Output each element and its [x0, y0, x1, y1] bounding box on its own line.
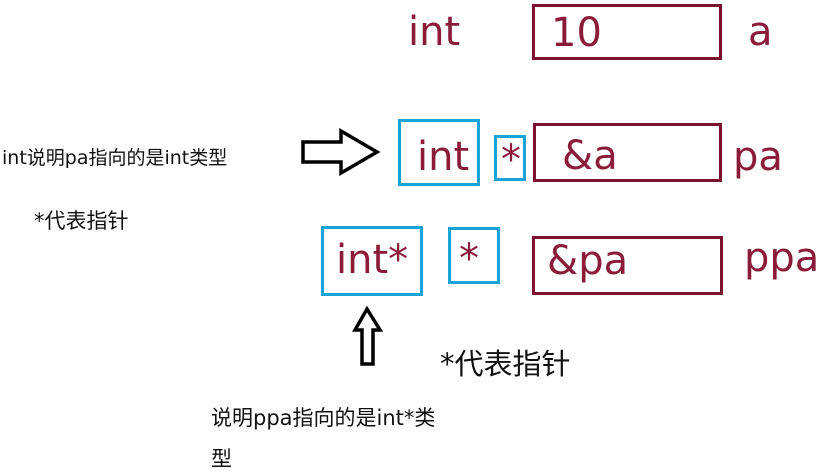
row3-type: int*	[336, 237, 409, 283]
row3-value-box: &pa	[532, 236, 723, 295]
row2-star: *	[501, 137, 521, 183]
row1-type-label: int	[408, 9, 461, 55]
row3-value: &pa	[547, 238, 629, 284]
row2-star-box: *	[494, 135, 526, 181]
row2-value: &a	[562, 133, 618, 179]
note-int-points-to-int: int说明pa指向的是int类型	[2, 147, 228, 169]
up-arrow-icon	[351, 305, 384, 366]
note-star-means-pointer-mid: *代表指针	[440, 347, 571, 381]
note-ppa-points-line1: 说明ppa指向的是int*类	[211, 406, 436, 430]
right-arrow-icon	[301, 127, 381, 177]
row2-name-label: pa	[733, 134, 783, 180]
row3-star: *	[459, 236, 479, 282]
row2-type-box: int	[398, 119, 480, 186]
row3-name-label: ppa	[744, 235, 820, 281]
row1-value-box: 10	[532, 4, 722, 60]
row2-value-box: &a	[533, 123, 722, 182]
row3-type-box: int*	[321, 226, 423, 296]
row1-value: 10	[551, 10, 602, 56]
row3-star-box: *	[448, 227, 500, 284]
note-ppa-points-line2: 型	[211, 447, 232, 471]
row1-name-label: a	[748, 9, 773, 55]
row2-type: int	[417, 134, 470, 180]
note-star-means-pointer-left: *代表指针	[34, 209, 129, 233]
